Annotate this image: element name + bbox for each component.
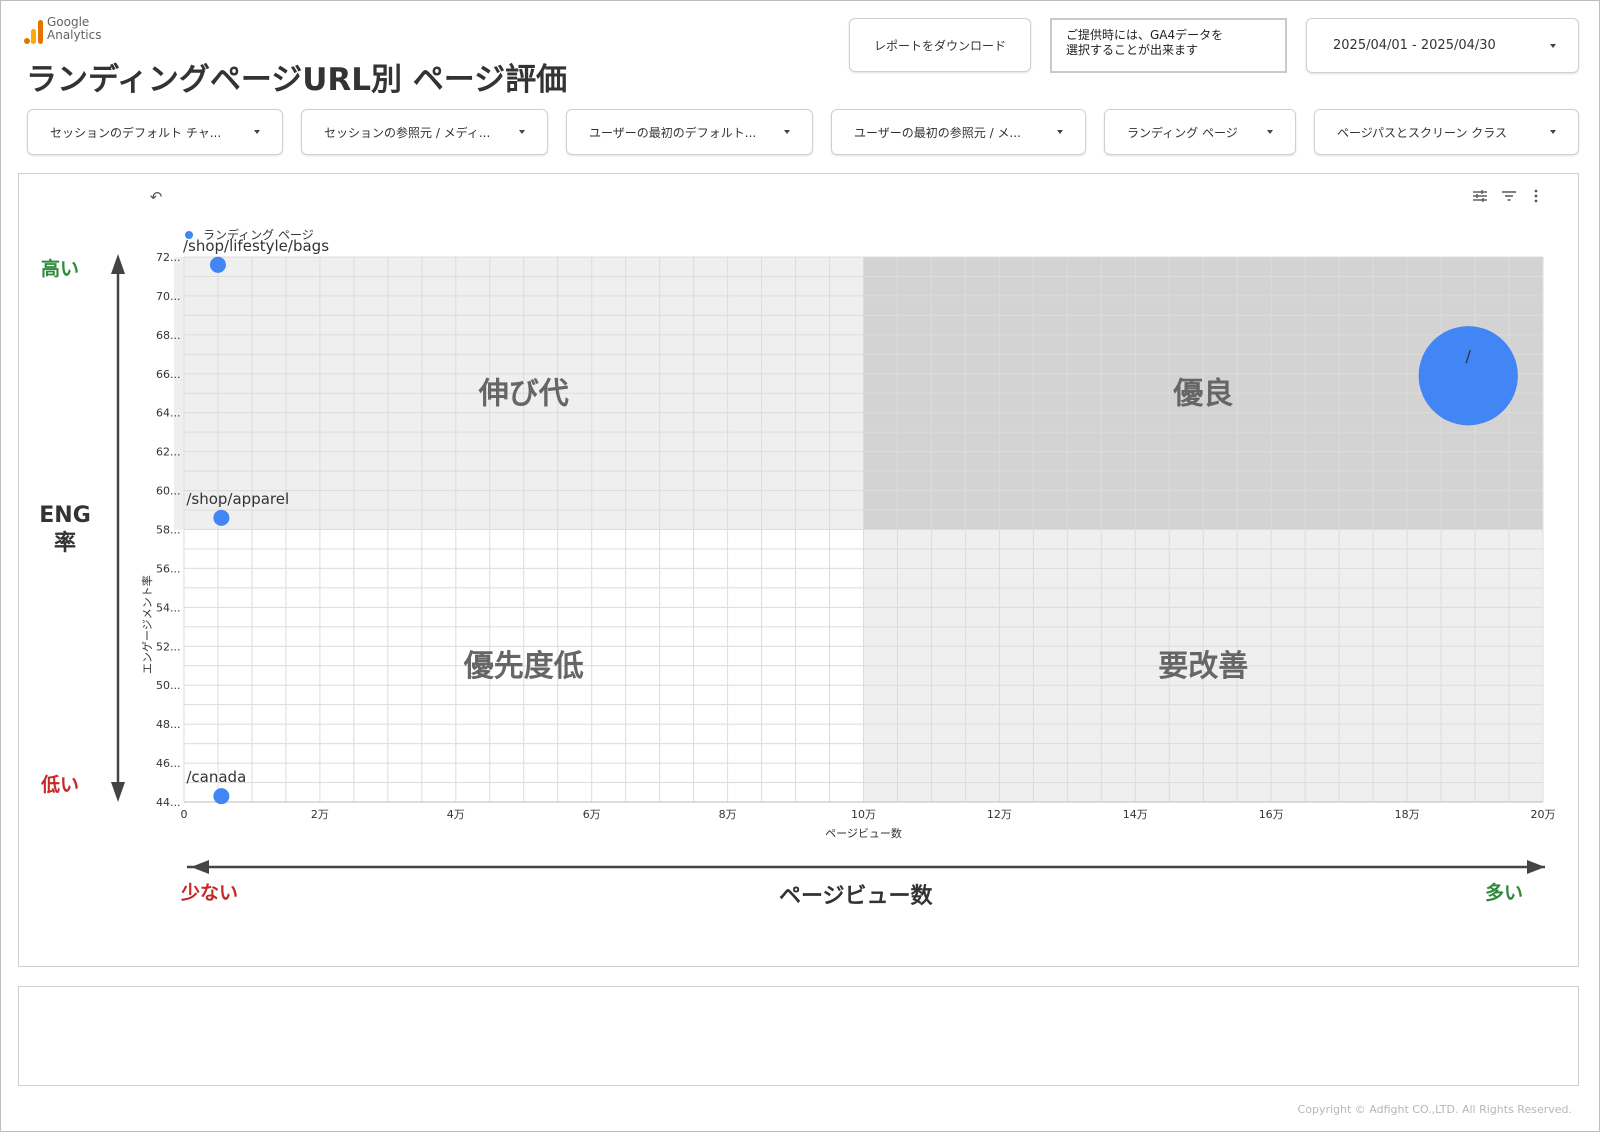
y-tick-label: 56... bbox=[156, 562, 181, 575]
point-label: /shop/lifestyle/bags bbox=[183, 237, 329, 255]
y-tick-label: 50... bbox=[156, 679, 181, 692]
x-tick-label: 20万 bbox=[1531, 808, 1556, 821]
arrow-down-icon bbox=[111, 782, 125, 802]
pageviews-label: ページビュー数 bbox=[779, 884, 933, 909]
ga4-note: ご提供時には、GA4データを 選択することが出来ます bbox=[1050, 18, 1287, 73]
arrow-left-icon bbox=[191, 860, 209, 874]
arrow-up-icon bbox=[111, 254, 125, 274]
x-tick-label: 10万 bbox=[851, 808, 876, 821]
filter-page-path-screen-class[interactable]: ページパスとスクリーン クラス bbox=[1314, 109, 1579, 155]
x-tick-label: 0 bbox=[181, 808, 188, 821]
filter-label: ランディング ページ bbox=[1127, 125, 1238, 140]
download-report-button[interactable]: レポートをダウンロード bbox=[849, 18, 1031, 72]
y-tick-label: 72... bbox=[156, 251, 181, 264]
point-label: / bbox=[1466, 347, 1472, 366]
data-point bbox=[209, 256, 226, 273]
chevron-down-icon bbox=[1550, 130, 1556, 134]
filter-label: ユーザーの最初のデフォルト... bbox=[589, 125, 757, 140]
chevron-down-icon bbox=[1057, 130, 1063, 134]
quadrant-label: 優先度低 bbox=[463, 649, 584, 684]
x-tick-label: 14万 bbox=[1123, 808, 1148, 821]
secondary-panel bbox=[18, 986, 1579, 1086]
x-tick-label: 16万 bbox=[1259, 808, 1284, 821]
x-tick-label: 18万 bbox=[1395, 808, 1420, 821]
y-tick-label: 58... bbox=[156, 524, 181, 537]
data-point bbox=[213, 509, 230, 526]
filter-session-source-medium[interactable]: セッションの参照元 / メディ... bbox=[301, 109, 548, 155]
x-tick-label: 6万 bbox=[583, 808, 601, 821]
filter-first-user-source-medium[interactable]: ユーザーの最初の参照元 / メ... bbox=[831, 109, 1086, 155]
quadrant-label: 伸び代 bbox=[478, 376, 569, 411]
point-label: /shop/apparel bbox=[186, 490, 289, 508]
chevron-down-icon bbox=[1267, 130, 1273, 134]
quadrant-label: 要改善 bbox=[1158, 649, 1248, 684]
few-label: 少ない bbox=[181, 882, 239, 904]
low-label: 低い bbox=[41, 774, 80, 796]
filter-label: ユーザーの最初の参照元 / メ... bbox=[854, 125, 1021, 140]
filter-label: セッションのデフォルト チャ... bbox=[50, 125, 222, 140]
date-range-picker[interactable]: 2025/04/01 - 2025/04/30 bbox=[1306, 18, 1579, 73]
data-point bbox=[213, 788, 230, 805]
quadrant-label: 優良 bbox=[1172, 376, 1233, 411]
scatter-chart: 0 2万 4万 6万 8万 10万 12万 14万 16万 18万 20万 44... 46... 48.… bbox=[111, 237, 1556, 874]
date-range-text: 2025/04/01 - 2025/04/30 bbox=[1333, 38, 1496, 53]
chevron-down-icon bbox=[1550, 43, 1556, 48]
point-label: /canada bbox=[186, 768, 246, 786]
eng-rate-label: ENG 率 bbox=[39, 503, 91, 556]
y-tick-label: 62... bbox=[156, 446, 181, 459]
filter-label: セッションの参照元 / メディ... bbox=[324, 125, 491, 140]
analytics-logo-icon bbox=[24, 18, 44, 44]
y-tick-label: 52... bbox=[156, 640, 181, 653]
high-label: 高い bbox=[41, 258, 80, 280]
x-axis-title: ページビュー数 bbox=[825, 827, 902, 840]
chevron-down-icon bbox=[784, 130, 790, 134]
x-tick-label: 8万 bbox=[719, 808, 737, 821]
page-title: ランディングページURL別 ページ評価 bbox=[26, 62, 568, 98]
arrow-right-icon bbox=[1527, 860, 1545, 874]
y-tick-label: 70... bbox=[156, 290, 181, 303]
filter-label: ページパスとスクリーン クラス bbox=[1337, 125, 1508, 140]
y-tick-label: 48... bbox=[156, 718, 181, 731]
x-tick-label: 4万 bbox=[447, 808, 465, 821]
chart-panel: ↶ ランディング ページ 0 2万 4万 6万 8万 10万 12万 14万 16万 18万 20万… bbox=[18, 173, 1579, 967]
y-tick-label: 46... bbox=[156, 757, 181, 770]
y-tick-label: 60... bbox=[156, 485, 181, 498]
y-tick-label: 54... bbox=[156, 601, 181, 614]
y-axis-title: エンゲージメント率 bbox=[141, 575, 154, 674]
y-tick-label: 68... bbox=[156, 329, 181, 342]
copyright: Copyright © Adfight CO.,LTD. All Rights … bbox=[1297, 1103, 1572, 1116]
x-tick-label: 2万 bbox=[311, 808, 329, 821]
google-analytics-logo: Google Analytics bbox=[24, 16, 134, 46]
chevron-down-icon bbox=[254, 130, 260, 134]
logo-text: Google Analytics bbox=[47, 15, 102, 42]
y-tick-label: 44... bbox=[156, 796, 181, 809]
filter-landing-page[interactable]: ランディング ページ bbox=[1104, 109, 1296, 155]
chevron-down-icon bbox=[519, 130, 525, 134]
data-point bbox=[1418, 326, 1518, 426]
y-tick-label: 66... bbox=[156, 368, 181, 381]
filter-session-default-channel[interactable]: セッションのデフォルト チャ... bbox=[27, 109, 283, 155]
x-tick-label: 12万 bbox=[987, 808, 1012, 821]
many-label: 多い bbox=[1485, 882, 1524, 904]
filter-first-user-default-channel[interactable]: ユーザーの最初のデフォルト... bbox=[566, 109, 813, 155]
y-tick-label: 64... bbox=[156, 407, 181, 420]
